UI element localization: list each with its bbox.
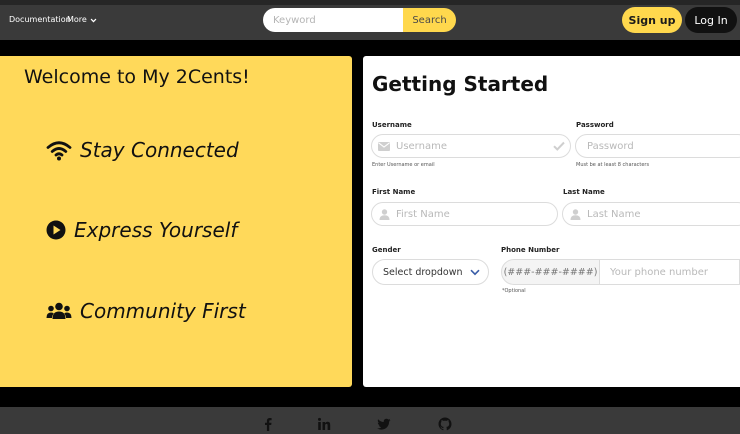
nav-documentation-link[interactable]: Documentation	[9, 15, 71, 25]
first-name-field	[371, 202, 558, 226]
feature-community-first: Community First	[46, 299, 246, 323]
form-title: Getting Started	[372, 72, 549, 96]
facebook-icon[interactable]	[261, 417, 275, 431]
phone-number-input[interactable]	[610, 266, 739, 278]
username-label: Username	[372, 121, 412, 129]
footer	[0, 407, 740, 434]
gender-select[interactable]: Select dropdown	[372, 259, 489, 285]
phone-format-addon: (###-###-####)	[501, 259, 600, 285]
nav-more-dropdown[interactable]: More	[67, 15, 97, 25]
last-name-field	[562, 202, 740, 226]
username-input[interactable]	[396, 135, 548, 157]
twitter-icon[interactable]	[377, 417, 391, 431]
gender-select-value: Select dropdown	[383, 266, 463, 278]
feature-label: Community First	[80, 299, 246, 323]
phone-number-field: (###-###-####)	[501, 259, 740, 285]
feature-label: Express Yourself	[74, 218, 238, 242]
play-circle-icon	[46, 220, 66, 240]
sign-up-button[interactable]: Sign up	[622, 7, 682, 33]
chevron-down-icon	[470, 269, 480, 275]
password-help: Must be at least 8 characters	[576, 162, 650, 168]
chevron-down-icon	[90, 18, 97, 22]
phone-number-label: Phone Number	[501, 246, 560, 254]
nav-more-label: More	[67, 15, 87, 24]
search-bar: Search	[263, 8, 456, 32]
username-help: Enter Username or email	[372, 162, 435, 168]
feature-label: Stay Connected	[80, 138, 239, 162]
first-name-input[interactable]	[396, 203, 557, 225]
users-icon	[46, 302, 72, 319]
github-icon[interactable]	[438, 417, 452, 431]
last-name-input[interactable]	[587, 203, 740, 225]
wifi-icon	[46, 141, 72, 161]
gender-label: Gender	[372, 246, 401, 254]
first-name-label: First Name	[372, 188, 416, 196]
user-icon	[372, 208, 396, 220]
password-input[interactable]	[587, 135, 740, 157]
feature-stay-connected: Stay Connected	[46, 138, 239, 162]
search-input[interactable]	[263, 8, 403, 32]
username-field	[371, 134, 571, 158]
last-name-label: Last Name	[563, 188, 605, 196]
password-label: Password	[576, 121, 614, 129]
navbar-top-strip	[0, 0, 740, 5]
password-field	[575, 134, 740, 158]
log-in-button[interactable]: Log In	[685, 7, 737, 33]
search-button[interactable]: Search	[403, 8, 456, 32]
phone-help: *Optional	[502, 288, 526, 294]
user-icon	[563, 208, 587, 220]
envelope-icon	[372, 141, 396, 151]
welcome-title: Welcome to My 2Cents!	[24, 66, 250, 88]
phone-input-wrapper	[600, 259, 740, 285]
feature-express-yourself: Express Yourself	[46, 218, 237, 242]
linkedin-icon[interactable]	[317, 417, 331, 431]
check-icon	[548, 141, 570, 151]
